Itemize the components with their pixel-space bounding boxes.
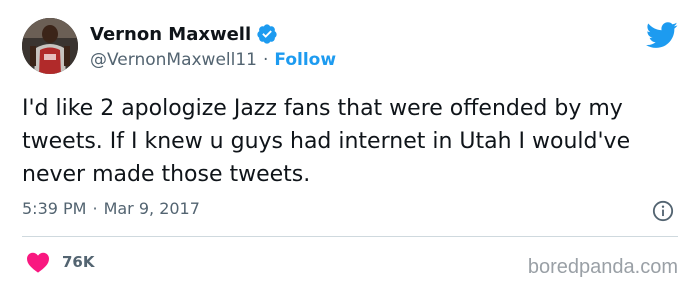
like-action[interactable]: 76K — [26, 251, 95, 273]
author-handle[interactable]: @VernonMaxwell11 — [90, 50, 257, 70]
heart-icon[interactable] — [26, 251, 50, 273]
divider — [22, 236, 678, 237]
author-handle-row: @VernonMaxwell11 · Follow — [90, 50, 336, 70]
player-avatar-icon — [22, 18, 78, 74]
tweet-card: Vernon Maxwell @VernonMaxwell11 · Follow… — [0, 0, 700, 288]
info-icon[interactable] — [652, 200, 674, 222]
tweet-date: Mar 9, 2017 — [103, 199, 200, 218]
tweet-timestamp[interactable]: 5:39 PM · Mar 9, 2017 — [22, 199, 200, 218]
watermark: boredpanda.com — [527, 256, 678, 278]
follow-button[interactable]: Follow — [274, 50, 336, 70]
separator-dot: · — [263, 50, 269, 70]
like-count: 76K — [62, 253, 95, 271]
author-display-name[interactable]: Vernon Maxwell — [90, 24, 251, 45]
tweet-time: 5:39 PM — [22, 199, 87, 218]
avatar[interactable] — [22, 18, 78, 74]
timestamp-separator: · — [92, 199, 98, 218]
twitter-bird-icon[interactable] — [646, 22, 678, 49]
author-name-row: Vernon Maxwell — [90, 21, 278, 47]
verified-badge-icon — [257, 24, 277, 44]
tweet-text: I'd like 2 apologize Jazz fans that were… — [22, 96, 631, 187]
